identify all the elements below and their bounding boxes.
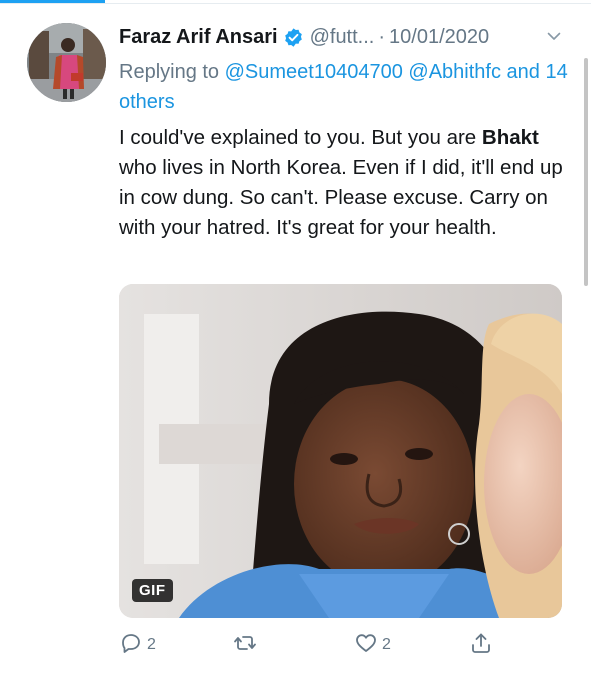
mention-link[interactable]: @Sumeet10404700 [225,61,403,83]
retweet-icon [233,631,257,660]
tweet-header: Faraz Arif Ansari @futt... · 10/01/2020 [119,22,489,52]
reply-button[interactable]: 2 [119,630,156,660]
avatar[interactable] [27,23,106,102]
gif-badge: GIF [132,579,173,602]
author-name[interactable]: Faraz Arif Ansari [119,26,278,49]
tweet-text-bold: Bhakt [481,126,539,149]
heart-icon [354,631,378,660]
retweet-button[interactable] [233,630,261,660]
tweet-text: I could've explained to you. But you are… [119,123,569,243]
chevron-down-icon[interactable] [546,28,562,44]
tweet[interactable]: Faraz Arif Ansari @futt... · 10/01/2020 … [0,0,591,675]
scrollbar[interactable] [584,58,588,286]
like-button[interactable]: 2 [354,630,391,660]
tweet-date[interactable]: 10/01/2020 [389,26,489,49]
tweet-text-part: who lives in North Korea. Even if I did,… [119,156,563,239]
replying-to: Replying to @Sumeet10404700 @Abhithfc an… [119,57,569,117]
avatar-photo [27,23,106,102]
replying-to-label: Replying to [119,61,220,83]
share-button[interactable] [469,630,493,660]
share-icon [469,631,493,660]
reply-count: 2 [147,636,156,653]
like-count: 2 [382,636,391,653]
header-separator: · [378,25,386,48]
mention-link[interactable]: @Abhithfc [408,61,501,83]
tweet-text-part: I could've explained to you. But you are [119,126,477,149]
gif-frame [119,284,562,618]
author-handle[interactable]: @futt... [310,26,375,49]
reply-icon [119,631,143,660]
tweet-actions: 2 2 [119,630,569,660]
gif-media[interactable]: GIF [119,284,562,618]
verified-badge-icon [283,27,304,48]
